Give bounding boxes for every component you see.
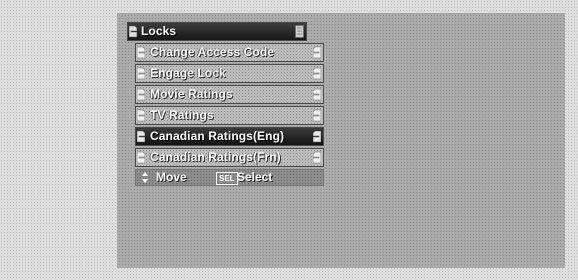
menu-item-label: Change Access Code: [150, 45, 275, 59]
left-tab-marker-icon: [137, 88, 145, 101]
menu-item-label: Movie Ratings: [150, 87, 233, 101]
menu-item-label: Engage Lock: [150, 66, 226, 80]
menu-item-label: Canadian Ratings(Frn): [150, 150, 281, 164]
left-tab-marker-icon: [129, 25, 137, 38]
menu-item-tv-ratings[interactable]: TV Ratings: [135, 106, 324, 125]
right-tab-marker-icon: [313, 130, 321, 143]
move-hint-label: Move: [156, 170, 187, 184]
left-tab-marker-icon: [137, 109, 145, 122]
menu-item-label: Canadian Ratings(Eng): [150, 129, 285, 143]
menu-item-movie-ratings[interactable]: Movie Ratings: [135, 85, 324, 104]
menu-item-engage-lock[interactable]: Engage Lock: [135, 64, 324, 83]
right-tab-marker-icon: [313, 67, 321, 80]
menu-item-change-access-code[interactable]: Change Access Code: [135, 43, 324, 62]
left-tab-marker-icon: [137, 67, 145, 80]
locks-menu: Locks Change Access Code Engage Lock Mov…: [127, 22, 324, 186]
updown-arrows-icon: [142, 172, 148, 183]
sel-key-icon: SEL: [216, 172, 238, 185]
page-background: Locks Change Access Code Engage Lock Mov…: [0, 0, 578, 280]
menu-footer-help: Move SEL Select: [135, 169, 324, 186]
select-hint-label: Select: [237, 170, 273, 184]
menu-item-canadian-ratings-eng[interactable]: Canadian Ratings(Eng): [135, 127, 324, 146]
left-tab-marker-icon: [137, 46, 145, 59]
left-tab-marker-icon: [137, 151, 145, 164]
menu-title-bar: Locks: [127, 22, 307, 41]
left-tab-marker-icon: [137, 130, 145, 143]
tv-screen: Locks Change Access Code Engage Lock Mov…: [117, 13, 565, 268]
right-tab-marker-icon: [295, 25, 304, 38]
menu-title: Locks: [141, 24, 177, 38]
right-tab-marker-icon: [313, 151, 321, 164]
menu-item-canadian-ratings-frn[interactable]: Canadian Ratings(Frn): [135, 148, 324, 167]
right-tab-marker-icon: [313, 46, 321, 59]
menu-item-label: TV Ratings: [150, 108, 214, 122]
right-tab-marker-icon: [313, 109, 321, 122]
right-tab-marker-icon: [313, 88, 321, 101]
